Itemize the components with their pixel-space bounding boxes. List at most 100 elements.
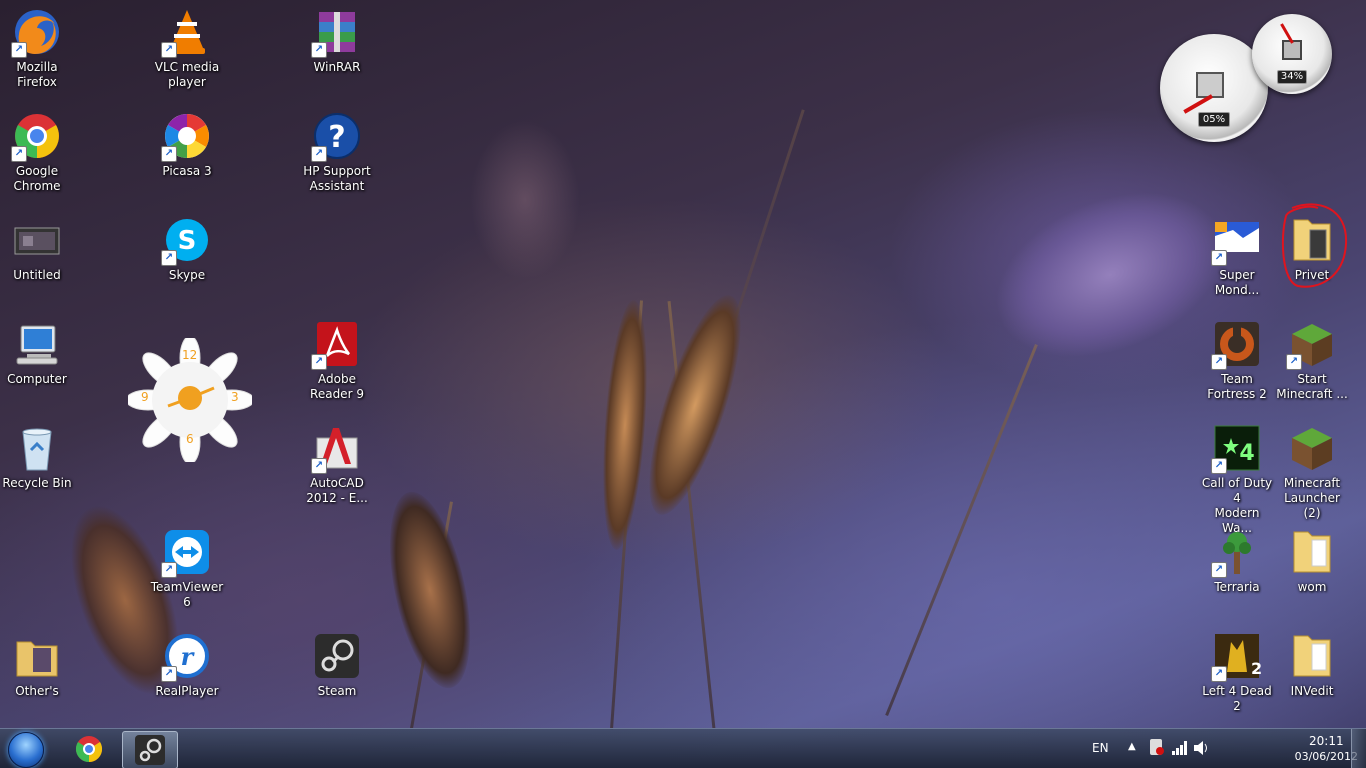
- steam-label: Steam: [317, 684, 357, 698]
- minecraft-icon: [1288, 424, 1336, 472]
- show-hidden-icons-button[interactable]: ▲: [1128, 741, 1136, 752]
- untitled-shortcut[interactable]: Untitled: [0, 210, 74, 310]
- chrome-icon: [75, 736, 103, 763]
- clock-num-12: 12: [182, 348, 198, 362]
- autocad-shortcut[interactable]: ↗ AutoCAD 2012 - E...: [300, 418, 374, 518]
- help-question-icon: ? ↗: [311, 112, 361, 162]
- clock-date: 03/06/2012: [1294, 750, 1358, 763]
- super-mond-label: Super Mond...: [1214, 268, 1260, 297]
- hp-support-label: HP Support Assistant: [303, 164, 371, 193]
- desktop[interactable]: ↗ Mozilla Firefox ↗ Google Chrome Untitl…: [0, 0, 1366, 768]
- wom-label: wom: [1297, 580, 1327, 594]
- clock-time: 20:11: [1309, 734, 1344, 748]
- cpu-meter-gadget[interactable]: 05% 34%: [1160, 14, 1336, 144]
- folder-icon: [1288, 632, 1336, 680]
- wom-folder[interactable]: wom: [1275, 522, 1349, 622]
- recycle-bin-icon: [13, 424, 61, 472]
- teamviewer-shortcut[interactable]: ↗ TeamViewer 6: [150, 522, 224, 622]
- chrome-label: Google Chrome: [13, 164, 61, 193]
- untitled-label: Untitled: [13, 268, 61, 282]
- l4d2-shortcut[interactable]: 2 ↗ Left 4 Dead 2: [1200, 626, 1274, 726]
- winrar-shortcut[interactable]: ↗ WinRAR: [300, 2, 374, 102]
- cpu-readout: 05%: [1198, 112, 1230, 127]
- adobe-reader-shortcut[interactable]: ↗ Adobe Reader 9: [300, 314, 374, 414]
- cod4-icon: 4 ↗: [1211, 424, 1261, 474]
- firefox-shortcut[interactable]: ↗ Mozilla Firefox: [0, 2, 74, 102]
- winrar-icon: ↗: [311, 8, 361, 58]
- ram-readout: 34%: [1277, 70, 1307, 84]
- adobe-reader-icon: ↗: [311, 320, 361, 370]
- minecraft-launcher-shortcut[interactable]: Minecraft Launcher (2): [1275, 418, 1349, 520]
- svg-text:?: ?: [328, 120, 345, 155]
- firefox-label: Mozilla Firefox: [16, 60, 58, 89]
- autocad-icon: ↗: [311, 424, 361, 474]
- autocad-label: AutoCAD 2012 - E...: [306, 476, 368, 505]
- clock-num-9: 9: [141, 390, 149, 404]
- others-folder[interactable]: Other's: [0, 626, 74, 726]
- hp-support-shortcut[interactable]: ? ↗ HP Support Assistant: [300, 106, 374, 206]
- steam-shortcut[interactable]: Steam: [300, 626, 374, 726]
- invedit-folder[interactable]: INVedit: [1275, 626, 1349, 726]
- realplayer-icon: r ↗: [161, 632, 211, 682]
- terraria-tree-icon: ↗: [1211, 528, 1261, 578]
- image-file-icon: [13, 216, 61, 264]
- clock-num-3: 3: [231, 390, 239, 404]
- l4d2-label: Left 4 Dead 2: [1202, 684, 1272, 713]
- start-minecraft-label: Start Minecraft ...: [1276, 372, 1348, 401]
- computer-label: Computer: [7, 372, 67, 386]
- windows-logo-icon: [8, 732, 44, 768]
- teamviewer-label: TeamViewer 6: [150, 580, 224, 609]
- start-minecraft-shortcut[interactable]: ↗ Start Minecraft ...: [1275, 314, 1349, 414]
- winrar-label: WinRAR: [313, 60, 361, 74]
- volume-icon[interactable]: [1194, 741, 1210, 755]
- picasa-shortcut[interactable]: ↗ Picasa 3: [150, 106, 224, 206]
- recycle-bin-shortcut[interactable]: Recycle Bin: [0, 418, 74, 518]
- svg-text:4: 4: [1239, 441, 1254, 466]
- tf2-icon: ↗: [1211, 320, 1261, 370]
- chrome-shortcut[interactable]: ↗ Google Chrome: [0, 106, 74, 206]
- taskbar[interactable]: EN ▲ 20:11 03/06/2012: [0, 728, 1366, 768]
- svg-text:2: 2: [1251, 659, 1261, 678]
- realplayer-shortcut[interactable]: r ↗ RealPlayer: [150, 626, 224, 726]
- terraria-label: Terraria: [1214, 580, 1260, 594]
- system-tray[interactable]: EN ▲: [1086, 729, 1326, 768]
- picasa-label: Picasa 3: [162, 164, 212, 178]
- steam-icon: [135, 735, 165, 765]
- computer-shortcut[interactable]: Computer: [0, 314, 74, 414]
- terraria-shortcut[interactable]: ↗ Terraria: [1200, 522, 1274, 622]
- folder-icon: [1288, 528, 1336, 576]
- adobe-reader-label: Adobe Reader 9: [310, 372, 364, 401]
- others-label: Other's: [15, 684, 59, 698]
- super-mond-shortcut[interactable]: ↗ Super Mond...: [1200, 210, 1274, 310]
- show-desktop-button[interactable]: [1351, 729, 1366, 768]
- error-badge-icon: [1156, 747, 1164, 755]
- network-signal-icon[interactable]: [1172, 741, 1188, 755]
- taskbar-steam-button[interactable]: [122, 731, 178, 768]
- skype-shortcut[interactable]: S ↗ Skype: [150, 210, 224, 310]
- folder-icon: [13, 632, 61, 680]
- chrome-icon: ↗: [11, 112, 61, 162]
- steam-icon: [313, 632, 361, 680]
- language-indicator[interactable]: EN: [1092, 741, 1109, 755]
- clock-num-6: 6: [186, 432, 194, 446]
- firefox-icon: ↗: [11, 8, 61, 58]
- skype-icon: S ↗: [161, 216, 211, 266]
- vlc-icon: ↗: [161, 8, 211, 58]
- computer-icon: [13, 320, 61, 368]
- game-icon: ↗: [1211, 216, 1261, 266]
- tf2-label: Team Fortress 2: [1207, 372, 1267, 401]
- recycle-bin-label: Recycle Bin: [2, 476, 72, 490]
- l4d2-icon: 2 ↗: [1211, 632, 1262, 682]
- tf2-shortcut[interactable]: ↗ Team Fortress 2: [1200, 314, 1274, 414]
- teamviewer-icon: ↗: [161, 528, 211, 578]
- taskbar-clock[interactable]: 20:11 03/06/2012: [1295, 733, 1358, 765]
- taskbar-chrome-button[interactable]: [62, 731, 116, 767]
- minecraft-icon: ↗: [1286, 320, 1336, 370]
- privet-highlight-circle: [1281, 203, 1348, 288]
- picasa-icon: ↗: [161, 112, 211, 162]
- minecraft-launcher-label: Minecraft Launcher (2): [1283, 476, 1341, 520]
- cod4-shortcut[interactable]: 4 ↗ Call of Duty 4 Modern Wa...: [1200, 418, 1274, 535]
- vlc-shortcut[interactable]: ↗ VLC media player: [150, 2, 224, 102]
- clock-gadget[interactable]: 12 3 6 9: [125, 335, 255, 465]
- start-button[interactable]: [4, 731, 48, 768]
